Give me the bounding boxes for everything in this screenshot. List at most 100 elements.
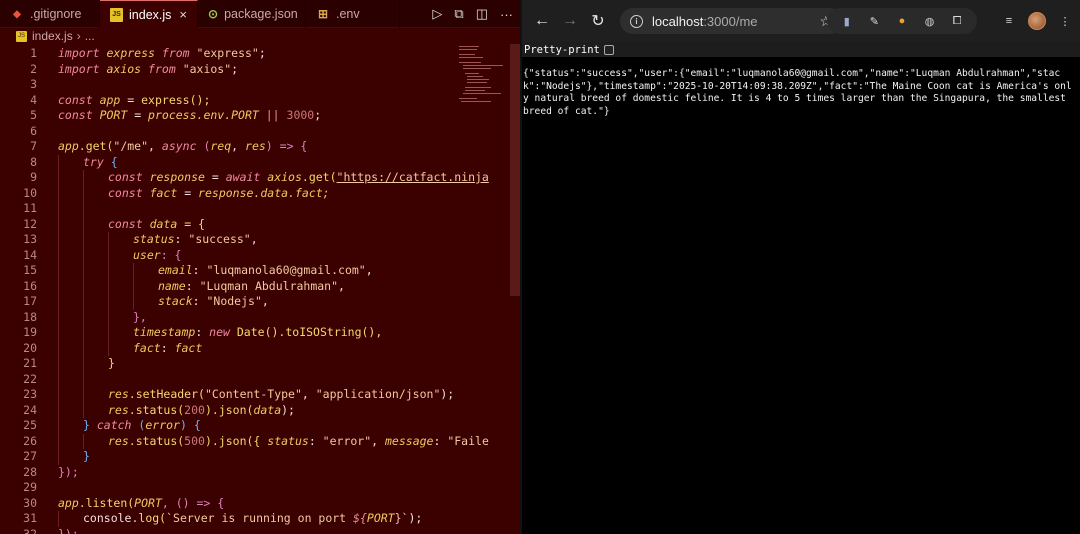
line-number: 19 bbox=[23, 325, 37, 339]
url-path: :3000/me bbox=[703, 13, 758, 29]
line-number: 1 bbox=[30, 46, 37, 60]
tab-package-json[interactable]: ⊙ package.json bbox=[198, 0, 306, 28]
pretty-print-label: Pretty-print bbox=[524, 43, 600, 56]
forward-button[interactable]: → bbox=[556, 7, 584, 35]
string-literal: "error" bbox=[322, 433, 372, 448]
punct: , () => { bbox=[161, 495, 225, 510]
tab-gitignore[interactable]: ◆ .gitignore bbox=[0, 0, 100, 28]
code-line: 26 res.status(500).json({ status: "error"… bbox=[0, 433, 489, 449]
reload-button[interactable]: ↻ bbox=[584, 7, 612, 35]
code-line: 29 bbox=[0, 480, 452, 496]
tab-env[interactable]: ⊞ .env bbox=[306, 0, 400, 28]
editor-actions: ▷ ⧉ ◫ ··· bbox=[432, 0, 521, 28]
pretty-print-bar: Pretty-print bbox=[522, 42, 1080, 57]
template-string: }` bbox=[394, 511, 409, 525]
code-line: 30 app.listen(PORT, () => { bbox=[0, 496, 452, 512]
keyword: async bbox=[161, 139, 197, 153]
open-changes-icon[interactable]: ⧉ bbox=[454, 6, 463, 22]
extensions-group: ▮ ✎ ● ◍ ⧠ bbox=[827, 8, 977, 34]
reading-list-icon[interactable]: ≡ bbox=[1002, 14, 1016, 28]
line-number: 27 bbox=[23, 449, 37, 463]
address-bar[interactable]: i localhost:3000/me ☆ bbox=[620, 8, 842, 34]
function-call: ).json( bbox=[204, 402, 254, 417]
punct: : bbox=[192, 263, 207, 277]
line-number: 18 bbox=[23, 309, 37, 324]
code-line: 14 user: { bbox=[0, 247, 452, 263]
number-literal: 200 bbox=[184, 402, 205, 417]
identifier: res bbox=[108, 433, 129, 448]
breadcrumb: JS index.js › ... bbox=[0, 28, 521, 44]
code-line: 1 import express from "express"; bbox=[0, 46, 452, 62]
extension-orange-icon[interactable]: ● bbox=[895, 14, 909, 28]
punct: ; bbox=[258, 46, 266, 60]
extensions-puzzle-icon[interactable]: ⧠ bbox=[950, 14, 964, 28]
menu-kebab-icon[interactable]: ⋮ bbox=[1058, 14, 1072, 28]
property-key: name bbox=[158, 278, 186, 293]
code-line: 17 stack: "Nodejs", bbox=[0, 294, 452, 310]
code-line: 11 bbox=[0, 201, 452, 217]
tab-index-js[interactable]: JS index.js × bbox=[100, 0, 198, 28]
identifier: data bbox=[149, 216, 178, 231]
vertical-scrollbar[interactable] bbox=[510, 44, 520, 296]
function-call: .get( bbox=[301, 170, 337, 184]
line-number: 22 bbox=[23, 371, 37, 386]
line-number: 4 bbox=[30, 92, 37, 107]
property-key: email bbox=[158, 263, 193, 277]
identifier: res bbox=[108, 387, 129, 401]
identifier: req bbox=[210, 139, 232, 153]
keyword: from bbox=[161, 46, 190, 60]
js-icon: JS bbox=[16, 30, 27, 42]
code-line: 13 status: "success", bbox=[0, 232, 452, 248]
punct: }, bbox=[133, 309, 147, 324]
tab-label: index.js bbox=[129, 7, 172, 22]
code-line: 32}); bbox=[0, 527, 452, 534]
extension-globe-icon[interactable]: ◍ bbox=[923, 14, 937, 28]
run-icon[interactable]: ▷ bbox=[432, 6, 442, 22]
line-number: 29 bbox=[23, 480, 37, 494]
code-line: 16 name: "Luqman Abdulrahman", bbox=[0, 278, 452, 294]
identifier: axios bbox=[106, 61, 142, 76]
function-call: .status( bbox=[128, 433, 185, 448]
site-info-icon[interactable]: i bbox=[630, 14, 643, 28]
url-string[interactable]: "https://catfact.ninja bbox=[337, 170, 489, 184]
identifier: console bbox=[83, 511, 132, 525]
js-icon: JS bbox=[110, 7, 124, 22]
punct: ) { bbox=[179, 418, 201, 432]
property-key: stack bbox=[158, 294, 193, 308]
code-area[interactable]: 1 import express from "express"; 2 import … bbox=[0, 46, 489, 534]
breadcrumb-file[interactable]: index.js bbox=[32, 29, 73, 43]
close-icon[interactable]: × bbox=[179, 7, 187, 22]
identifier: app bbox=[58, 495, 79, 510]
string-literal: "axios" bbox=[182, 61, 232, 76]
more-actions-icon[interactable]: ··· bbox=[500, 7, 513, 22]
line-number: 28 bbox=[23, 464, 37, 479]
git-icon: ◆ bbox=[13, 8, 21, 20]
line-number: 2 bbox=[30, 61, 37, 76]
string-literal: "Nodejs" bbox=[206, 294, 262, 308]
eyedropper-icon[interactable]: ✎ bbox=[867, 14, 881, 28]
pretty-print-checkbox[interactable] bbox=[603, 44, 614, 55]
identifier: response bbox=[149, 170, 205, 184]
punct: , bbox=[261, 294, 269, 308]
punct: { bbox=[103, 154, 118, 169]
back-button[interactable]: ← bbox=[528, 7, 556, 35]
function-call: express bbox=[141, 92, 190, 107]
keyword: const bbox=[108, 216, 143, 231]
split-editor-icon[interactable]: ◫ bbox=[476, 6, 488, 22]
code-editor: ◆ .gitignore JS index.js × ⊙ package.jso… bbox=[0, 0, 521, 534]
breadcrumb-more[interactable]: ... bbox=[85, 29, 95, 43]
function-call: .log( bbox=[131, 511, 167, 525]
profile-avatar[interactable] bbox=[1028, 12, 1046, 30]
line-number: 11 bbox=[23, 201, 37, 215]
punct: : bbox=[308, 433, 323, 448]
punct: : bbox=[433, 433, 448, 448]
code-line: 20 fact: fact bbox=[0, 340, 452, 356]
number-literal: 3000 bbox=[286, 108, 315, 122]
class-name: Date bbox=[229, 325, 265, 339]
code-line: 23 res.setHeader("Content-Type", "applica… bbox=[0, 387, 454, 403]
document-icon[interactable]: ▮ bbox=[840, 14, 854, 28]
punct: ; bbox=[314, 108, 322, 122]
code-line: 31 console.log(`Server is running on port… bbox=[0, 511, 452, 527]
code-line: 8 try { bbox=[0, 154, 452, 170]
minimap[interactable] bbox=[455, 44, 509, 104]
